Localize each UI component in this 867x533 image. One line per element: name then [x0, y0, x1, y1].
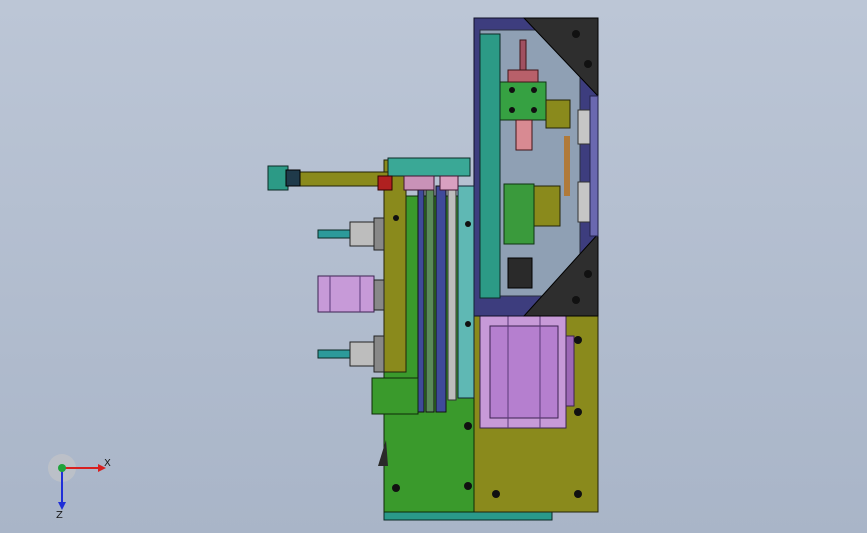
top-pink-blocks[interactable]	[403, 175, 459, 191]
middle-guide-rails[interactable]	[417, 179, 475, 413]
top-teal-cap[interactable]	[387, 157, 471, 177]
purple-cylinder-main[interactable]	[479, 315, 575, 429]
vertical-teal-rod[interactable]	[479, 33, 501, 299]
upper-cylinder[interactable]	[317, 217, 385, 251]
inner-dark-block[interactable]	[507, 257, 533, 289]
cad-viewport[interactable]: X Z	[0, 0, 867, 533]
inner-green-block[interactable]	[503, 183, 535, 245]
inner-green-plate[interactable]	[499, 81, 547, 121]
lower-cylinder[interactable]	[317, 335, 385, 373]
middle-purple-cylinder[interactable]	[317, 275, 385, 313]
x-axis-label: X	[104, 458, 111, 469]
lower-green-block[interactable]	[371, 377, 419, 415]
inner-orange-spring	[564, 136, 570, 196]
left-olive-strip[interactable]	[383, 159, 407, 373]
inner-olive-block-1[interactable]	[545, 99, 571, 129]
axis-triad: X Z	[48, 454, 111, 521]
y-axis-icon	[58, 464, 66, 472]
horizontal-arm[interactable]	[267, 165, 393, 191]
inner-olive-block-2[interactable]	[533, 185, 561, 227]
z-axis-label: Z	[56, 510, 63, 521]
assembly-model[interactable]	[0, 0, 867, 533]
